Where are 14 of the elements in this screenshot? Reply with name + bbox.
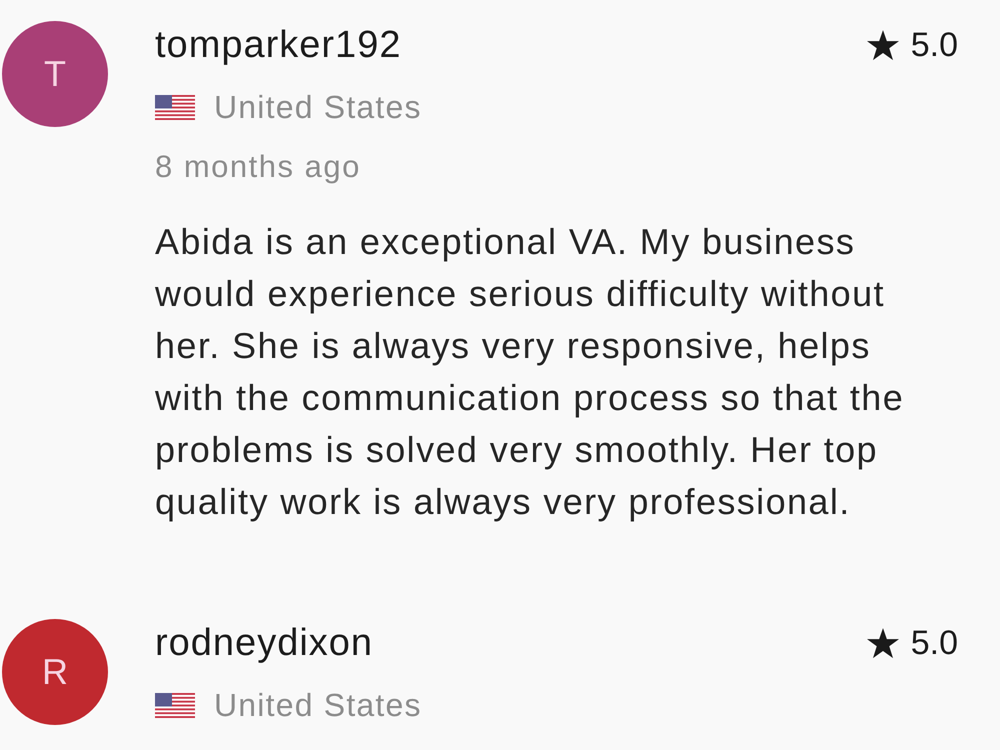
star-icon (866, 30, 899, 60)
country-label: United States (214, 686, 422, 725)
rating-value: 5.0 (910, 25, 958, 66)
review-time: 8 months ago (155, 148, 361, 186)
rating-value: 5.0 (910, 623, 958, 664)
avatar: R (2, 619, 108, 725)
username: tomparker192 (155, 23, 402, 68)
review-text: Abida is an exceptional VA. My business would experience serious difficulty without her. She is always very responsive, helps with the communication process so that the problems is solved very smoothly. Her top quality work is always very professional. (155, 220, 906, 524)
username: rodneydixon (155, 621, 374, 666)
star-icon (866, 628, 899, 658)
country-label: United States (214, 88, 422, 127)
flag-icon (155, 692, 195, 718)
avatar: T (2, 21, 108, 127)
flag-icon (155, 94, 195, 120)
